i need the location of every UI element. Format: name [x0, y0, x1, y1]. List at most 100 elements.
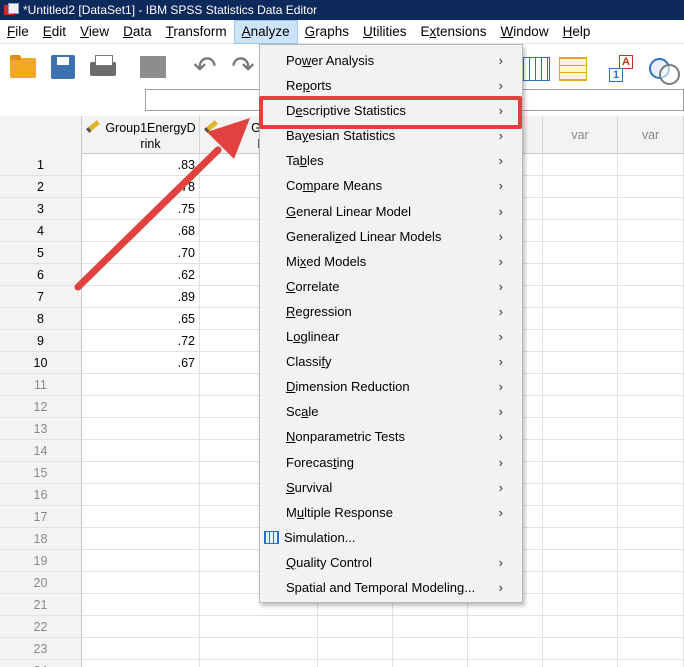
row-number[interactable]: 22	[0, 616, 82, 638]
data-cell[interactable]: .70	[82, 242, 200, 264]
data-cell[interactable]	[618, 330, 684, 352]
data-cell[interactable]	[618, 198, 684, 220]
data-cell[interactable]	[618, 638, 684, 660]
data-cell[interactable]	[618, 572, 684, 594]
data-view-icon[interactable]	[520, 52, 550, 82]
menu-item-compare-means[interactable]: Compare Means ›	[260, 173, 522, 198]
menu-item-mixed-models[interactable]: Mixed Models ›	[260, 249, 522, 274]
data-cell[interactable]	[82, 396, 200, 418]
redo-icon[interactable]: ↷	[228, 52, 258, 82]
data-cell[interactable]	[543, 286, 618, 308]
data-cell[interactable]	[82, 418, 200, 440]
menu-view[interactable]: View	[73, 20, 116, 44]
data-cell[interactable]	[618, 616, 684, 638]
row-number[interactable]: 1	[0, 154, 82, 176]
value-labels-icon[interactable]: A 1	[607, 52, 637, 82]
row-number[interactable]: 3	[0, 198, 82, 220]
menu-item-spatial-and-temporal-modeling[interactable]: Spatial and Temporal Modeling... ›	[260, 575, 522, 600]
row-number[interactable]: 16	[0, 484, 82, 506]
data-cell[interactable]	[393, 660, 468, 667]
data-cell[interactable]: .67	[82, 352, 200, 374]
data-cell[interactable]	[618, 374, 684, 396]
menu-transform[interactable]: Transform	[159, 20, 234, 44]
menu-item-nonparametric-tests[interactable]: Nonparametric Tests ›	[260, 424, 522, 449]
data-cell[interactable]	[618, 462, 684, 484]
menu-item-quality-control[interactable]: Quality Control ›	[260, 550, 522, 575]
data-cell[interactable]	[200, 660, 318, 667]
data-cell[interactable]	[82, 550, 200, 572]
row-number[interactable]: 15	[0, 462, 82, 484]
data-cell[interactable]	[82, 638, 200, 660]
data-cell[interactable]	[543, 594, 618, 616]
data-cell[interactable]	[618, 594, 684, 616]
undo-icon[interactable]: ↶	[190, 52, 220, 82]
column-header-var[interactable]: var	[618, 116, 684, 154]
print-icon[interactable]	[88, 52, 118, 82]
row-number[interactable]: 10	[0, 352, 82, 374]
menu-item-regression[interactable]: Regression ›	[260, 299, 522, 324]
data-cell[interactable]	[468, 660, 543, 667]
use-sets-icon[interactable]	[647, 52, 680, 85]
data-cell[interactable]	[318, 660, 393, 667]
data-cell[interactable]	[543, 418, 618, 440]
data-cell[interactable]	[543, 396, 618, 418]
row-number[interactable]: 17	[0, 506, 82, 528]
data-cell[interactable]	[618, 484, 684, 506]
menu-help[interactable]: Help	[556, 20, 598, 44]
data-cell[interactable]	[543, 308, 618, 330]
data-cell[interactable]	[318, 638, 393, 660]
data-cell[interactable]	[543, 462, 618, 484]
data-cell[interactable]	[543, 616, 618, 638]
data-cell[interactable]	[543, 506, 618, 528]
recall-dialog-icon[interactable]	[138, 52, 168, 82]
data-cell[interactable]	[543, 198, 618, 220]
data-cell[interactable]	[543, 352, 618, 374]
data-cell[interactable]	[543, 330, 618, 352]
menu-item-simulation[interactable]: Simulation...	[260, 525, 522, 550]
data-cell[interactable]	[618, 550, 684, 572]
data-cell[interactable]	[618, 308, 684, 330]
data-cell[interactable]	[200, 616, 318, 638]
data-cell[interactable]	[618, 220, 684, 242]
data-cell[interactable]	[618, 352, 684, 374]
menu-item-scale[interactable]: Scale ›	[260, 399, 522, 424]
data-cell[interactable]	[618, 440, 684, 462]
data-cell[interactable]	[393, 638, 468, 660]
data-cell[interactable]	[618, 154, 684, 176]
row-number[interactable]: 4	[0, 220, 82, 242]
data-cell[interactable]	[618, 396, 684, 418]
row-number[interactable]: 18	[0, 528, 82, 550]
row-number[interactable]: 12	[0, 396, 82, 418]
row-number[interactable]: 6	[0, 264, 82, 286]
variable-view-icon[interactable]	[557, 52, 587, 82]
data-cell[interactable]	[618, 242, 684, 264]
data-cell[interactable]	[543, 572, 618, 594]
row-number[interactable]: 8	[0, 308, 82, 330]
menu-item-reports[interactable]: Reports ›	[260, 73, 522, 98]
data-cell[interactable]	[82, 528, 200, 550]
data-cell[interactable]	[618, 176, 684, 198]
row-number[interactable]: 7	[0, 286, 82, 308]
open-folder-icon[interactable]	[8, 52, 38, 82]
row-number[interactable]: 9	[0, 330, 82, 352]
menu-item-multiple-response[interactable]: Multiple Response ›	[260, 500, 522, 525]
data-cell[interactable]: .62	[82, 264, 200, 286]
data-cell[interactable]	[618, 506, 684, 528]
data-cell[interactable]	[618, 660, 684, 667]
column-header-variable[interactable]: Group1EnergyD rink	[82, 116, 200, 154]
menu-item-classify[interactable]: Classify ›	[260, 349, 522, 374]
data-cell[interactable]: .83	[82, 154, 200, 176]
column-header-var[interactable]: var	[543, 116, 618, 154]
data-cell[interactable]	[543, 264, 618, 286]
row-number[interactable]: 19	[0, 550, 82, 572]
menu-item-correlate[interactable]: Correlate ›	[260, 274, 522, 299]
data-cell[interactable]	[318, 616, 393, 638]
menu-item-survival[interactable]: Survival ›	[260, 475, 522, 500]
data-cell[interactable]	[543, 176, 618, 198]
menu-item-loglinear[interactable]: Loglinear ›	[260, 324, 522, 349]
row-number[interactable]: 14	[0, 440, 82, 462]
row-number[interactable]: 13	[0, 418, 82, 440]
row-number[interactable]: 5	[0, 242, 82, 264]
menu-window[interactable]: Window	[494, 20, 556, 44]
data-cell[interactable]: .72	[82, 330, 200, 352]
